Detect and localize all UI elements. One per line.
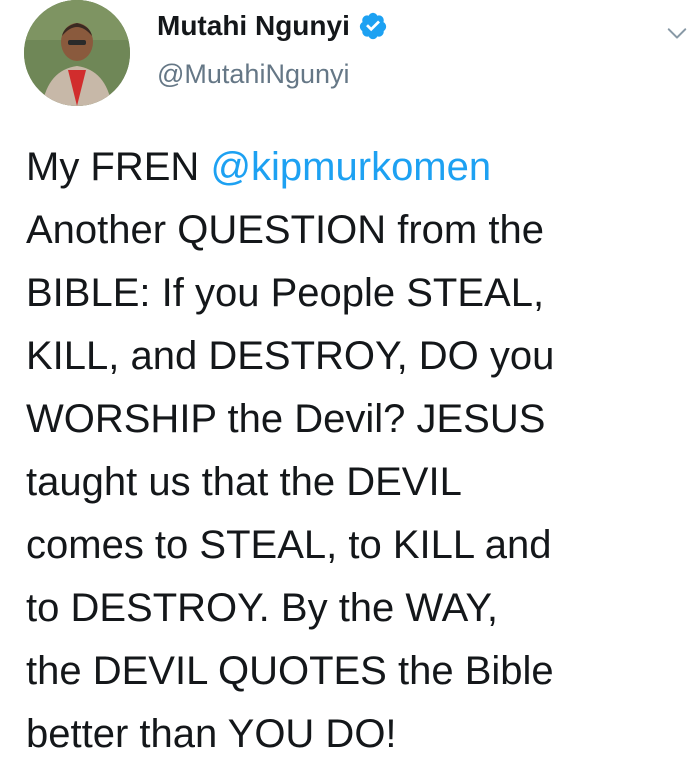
tweet-text-body: Another QUESTION from the BIBLE: If you … xyxy=(26,208,555,756)
author-handle[interactable]: @MutahiNgunyi xyxy=(157,58,350,90)
verified-badge-icon xyxy=(358,11,388,41)
author-display-name[interactable]: Mutahi Ngunyi xyxy=(157,10,350,42)
chevron-down-icon[interactable] xyxy=(666,22,688,44)
tweet-text-prefix: My FREN xyxy=(26,145,211,189)
avatar-photo xyxy=(24,0,130,106)
tweet-text: My FREN @kipmurkomen Another QUESTION fr… xyxy=(26,136,686,766)
mention-link[interactable]: @kipmurkomen xyxy=(210,145,491,189)
avatar[interactable] xyxy=(24,0,130,106)
author-name-row[interactable]: Mutahi Ngunyi xyxy=(157,10,388,42)
